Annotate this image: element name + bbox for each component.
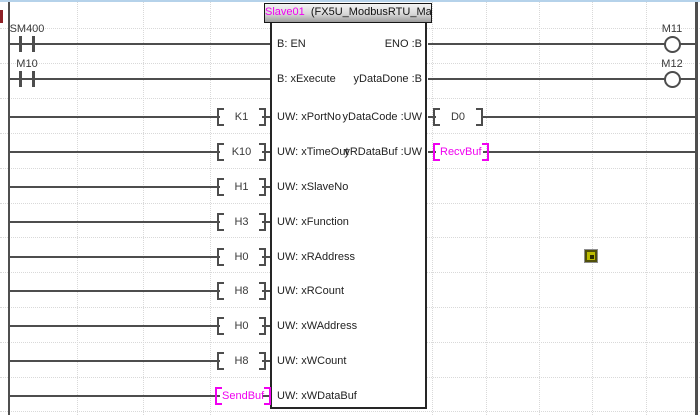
input-arg-h0-write[interactable]: H0: [217, 317, 266, 335]
bracket-close-icon: [259, 248, 266, 266]
output-arg-d0[interactable]: D0: [433, 108, 483, 126]
input-arg-k1[interactable]: K1: [217, 108, 266, 126]
wire-segment: [10, 186, 220, 188]
fb-pin-eno[interactable]: ENO :B: [272, 37, 422, 51]
ladder-editor-canvas[interactable]: SM400 M11 M10 M12 K1 D0 K10 RecvBuf H1: [0, 0, 700, 415]
wire-segment: [10, 256, 220, 258]
fb-pin-xwcount[interactable]: UW: xWCount: [277, 354, 346, 368]
contact-bar: [19, 36, 22, 52]
coil-m12-label[interactable]: M12: [652, 58, 692, 70]
fb-pin-xraddress[interactable]: UW: xRAddress: [277, 250, 355, 264]
grid-line: [646, 0, 647, 415]
fb-pin-xwaddress[interactable]: UW: xWAddress: [277, 319, 357, 333]
bracket-close-icon: [259, 317, 266, 335]
bracket-open-icon: [217, 282, 224, 300]
input-arg-k10[interactable]: K10: [217, 143, 266, 161]
bracket-open-icon: [215, 387, 222, 405]
wire-segment: [483, 151, 696, 153]
fb-pin-yrdatabuf[interactable]: yRDataBuf :UW: [272, 145, 422, 159]
grid-line: [432, 0, 433, 415]
selection-top-border: [0, 0, 700, 2]
bracket-close-icon: [482, 143, 489, 161]
fb-pin-xfunction[interactable]: UW: xFunction: [277, 215, 349, 229]
wire-segment: [10, 395, 220, 397]
contact-bar: [19, 71, 22, 87]
bracket-open-icon: [217, 317, 224, 335]
grid-line: [0, 411, 700, 412]
bracket-close-icon: [264, 387, 271, 405]
fb-pin-xrcount[interactable]: UW: xRCount: [277, 284, 344, 298]
bracket-close-icon: [259, 282, 266, 300]
contact-sm400-label[interactable]: SM400: [7, 23, 47, 35]
wire-segment: [10, 221, 220, 223]
bracket-open-icon: [217, 143, 224, 161]
wire-segment: [10, 325, 220, 327]
bracket-close-icon: [259, 213, 266, 231]
bracket-open-icon: [217, 352, 224, 370]
bracket-close-icon: [476, 108, 483, 126]
coil-m11-label[interactable]: M11: [652, 23, 692, 35]
grid-line: [539, 0, 540, 415]
grid-line: [77, 0, 78, 415]
input-arg-sendbuf[interactable]: SendBuf: [215, 387, 267, 405]
output-arg-recvbuf[interactable]: RecvBuf: [433, 143, 485, 161]
grid-line: [486, 0, 487, 415]
bracket-open-icon: [433, 108, 440, 126]
bracket-close-icon: [259, 178, 266, 196]
bracket-open-icon: [217, 248, 224, 266]
bracket-open-icon: [217, 213, 224, 231]
cursor-dot-icon: [590, 255, 594, 259]
input-arg-h8-write[interactable]: H8: [217, 352, 266, 370]
input-arg-h8-read[interactable]: H8: [217, 282, 266, 300]
contact-m10-label[interactable]: M10: [7, 58, 47, 70]
fb-pin-xwdatabuf[interactable]: UW: xWDataBuf: [277, 389, 357, 403]
fb-instance-name: Slave01: [265, 6, 305, 18]
function-block-header[interactable]: Slave01 (FX5U_ModbusRTU_Master): [264, 3, 432, 23]
wire-segment: [10, 360, 220, 362]
bracket-open-icon: [433, 143, 440, 161]
wire-segment: [10, 290, 220, 292]
wire-segment: [10, 116, 220, 118]
coil-m11[interactable]: [664, 36, 681, 53]
wire-segment: [481, 116, 696, 118]
contact-bar: [32, 36, 35, 52]
bracket-close-icon: [259, 352, 266, 370]
input-arg-h1[interactable]: H1: [217, 178, 266, 196]
bracket-close-icon: [259, 108, 266, 126]
grid-line: [592, 0, 593, 415]
input-arg-h0-read[interactable]: H0: [217, 248, 266, 266]
cursor-marker[interactable]: [585, 250, 597, 262]
wire-segment: [428, 78, 696, 80]
fb-pin-xslaveno[interactable]: UW: xSlaveNo: [277, 180, 348, 194]
input-arg-h3[interactable]: H3: [217, 213, 266, 231]
fb-pin-ydatadone[interactable]: yDataDone :B: [272, 72, 422, 86]
edit-marker: [0, 10, 3, 23]
grid-line: [143, 0, 144, 415]
grid-line: [210, 0, 211, 415]
wire-segment: [428, 43, 696, 45]
fb-pin-ydatacode[interactable]: yDataCode :UW: [272, 110, 422, 124]
bracket-open-icon: [217, 178, 224, 196]
wire-segment: [10, 151, 220, 153]
power-rail-right: [695, 0, 698, 415]
bracket-close-icon: [259, 143, 266, 161]
bracket-open-icon: [217, 108, 224, 126]
wire-segment: [10, 78, 270, 80]
contact-bar: [32, 71, 35, 87]
wire-segment: [10, 43, 270, 45]
coil-m12[interactable]: [664, 71, 681, 88]
